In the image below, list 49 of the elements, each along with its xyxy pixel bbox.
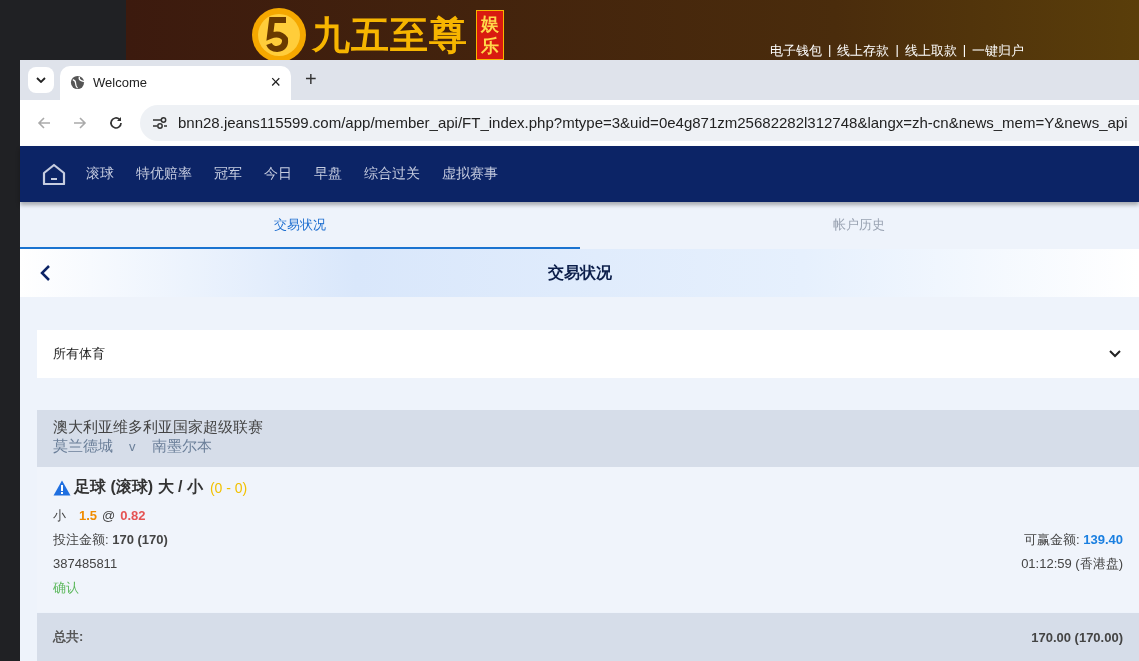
nav-item[interactable]: 特优赔率	[136, 164, 192, 183]
back-chevron-icon[interactable]	[39, 264, 51, 283]
warning-icon	[53, 479, 71, 496]
nav-item[interactable]: 综合过关	[364, 164, 420, 183]
potential-win-text: 可赢金额: 139.40	[1024, 531, 1123, 549]
home-icon[interactable]	[42, 162, 66, 185]
stake-text: 投注金额: 170 (170)	[53, 531, 168, 549]
versus-text: v	[129, 438, 136, 456]
away-team: 南墨尔本	[151, 437, 212, 456]
nav-item[interactable]: 滚球	[86, 164, 114, 183]
reload-icon[interactable]	[108, 114, 124, 131]
ticket-number: 387485811	[53, 555, 118, 573]
tab-list-button[interactable]	[28, 66, 54, 93]
logo-badge: 娱乐	[476, 10, 504, 60]
globe-icon	[70, 75, 85, 91]
league-name: 澳大利亚维多利亚国家超级联赛	[53, 418, 264, 437]
score: (0 - 0)	[209, 479, 248, 496]
top-link[interactable]: 一键归户	[972, 42, 1025, 60]
top-link[interactable]: 线上取款	[904, 42, 957, 60]
nav-item[interactable]: 冠军	[214, 164, 242, 183]
logo-text: 九五至尊	[312, 10, 468, 59]
sport-dropdown[interactable]: 所有体育	[37, 330, 1139, 378]
bet-time: 01:12:59 (香港盘)	[1021, 555, 1123, 573]
total-label: 总共:	[53, 628, 84, 646]
new-tab-button[interactable]: +	[297, 68, 325, 92]
chevron-down-icon	[36, 76, 46, 83]
address-field[interactable]: bnn28.jeans115599.com/app/member_api/FT_index.php?mtype=3&uid=0e4g871zm25682282l312748&langx=zh-cn&news_mem=Y&news_api	[140, 104, 1139, 141]
site-settings-icon[interactable]	[152, 115, 168, 130]
separator: |	[962, 42, 967, 59]
bet-status: 确认	[53, 579, 79, 597]
home-team: 莫兰德城	[53, 437, 113, 456]
separator: |	[895, 42, 899, 59]
close-icon[interactable]: ×	[270, 72, 281, 94]
chevron-down-icon	[1109, 350, 1121, 358]
nav-item[interactable]: 今日	[264, 164, 292, 183]
market-name: 足球 (滚球) 大 / 小	[74, 477, 203, 497]
page-title: 交易状况	[547, 262, 612, 283]
top-link[interactable]: 线上存款	[837, 42, 890, 60]
top-link[interactable]: 电子钱包	[770, 42, 822, 60]
total-value: 170.00 (170.00)	[1031, 629, 1123, 645]
browser-tab[interactable]: Welcome ×	[60, 65, 291, 100]
at-sign: @	[102, 507, 116, 525]
separator: |	[828, 42, 832, 59]
tab-title: Welcome	[93, 75, 148, 91]
nav-item[interactable]: 早盘	[314, 164, 342, 183]
bet-selection: 小	[53, 507, 66, 525]
handicap-line: 1.5	[79, 507, 98, 525]
odds-value: 0.82	[120, 507, 146, 525]
nav-item[interactable]: 虚拟赛事	[442, 164, 498, 183]
